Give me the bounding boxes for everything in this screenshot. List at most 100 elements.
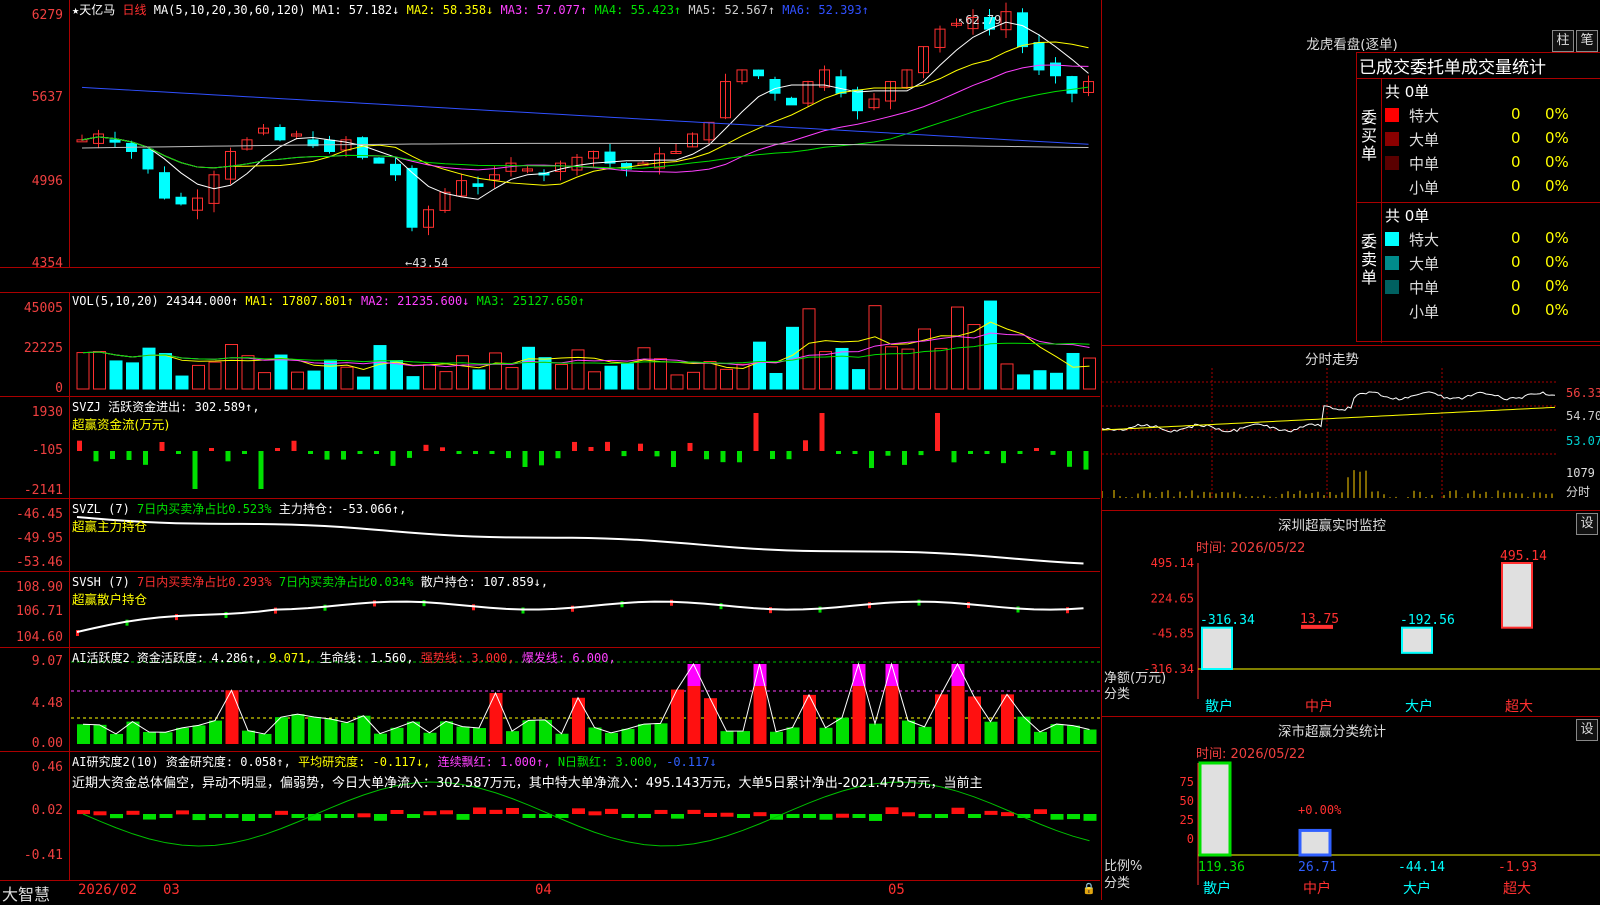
sell-row-name: 大单: [1409, 255, 1440, 273]
fund-flow-bar: [852, 451, 858, 454]
volume-bar: [918, 328, 931, 390]
lhb-title: 龙虎看盘(逐单): [1306, 37, 1398, 53]
ai-active-text3: 生命线: 1.560,: [319, 651, 414, 665]
activity-bar: [374, 733, 387, 744]
volume-bar: [571, 349, 585, 390]
sell-row-count: 0: [1511, 229, 1521, 247]
fund-flow-bar: [654, 451, 660, 457]
ai-active-tick: 4.48: [31, 696, 63, 711]
cls-y-tick: 75: [1180, 775, 1194, 789]
research-bar: [935, 814, 948, 818]
activity-bar: [77, 724, 90, 744]
sell-row-name: 中单: [1409, 279, 1440, 297]
buy-row-pct: 0%: [1545, 153, 1569, 171]
candle: [324, 139, 335, 152]
svzj-panel[interactable]: 1930 -105 -2141 SVZJ 活跃资金进出: 302.589↑, 超…: [0, 397, 1100, 499]
activity-bar: [704, 698, 717, 744]
fund-flow-bar: [720, 451, 726, 463]
sell-row-swatch: [1385, 304, 1399, 318]
fund-flow-bar: [951, 451, 957, 463]
tick-view-button[interactable]: 笔: [1576, 30, 1598, 52]
volume-bar: [637, 347, 651, 390]
price-tick: 4996: [31, 174, 63, 189]
research-bar: [506, 807, 519, 814]
svzl-panel[interactable]: -46.45 -49.95 -53.46 SVZL (7) 7日内买卖净占比0.…: [0, 499, 1100, 572]
sz-y-tick: 224.65: [1151, 591, 1194, 605]
sz-bar-chart[interactable]: 495.14224.65-45.85-316.34-316.34散户13.75中…: [1102, 511, 1600, 717]
sz-monitor-panel[interactable]: 深圳超赢实时监控 设 时间: 2026/05/22 495.14 224.65 -4…: [1101, 510, 1600, 716]
fund-flow-bar: [1034, 448, 1039, 451]
activity-bar: [473, 728, 486, 744]
fund-flow-bar: [506, 451, 511, 459]
buy-row-name: 小单: [1409, 179, 1440, 197]
cls-value-label: -44.14: [1398, 860, 1445, 875]
ai-research-comment: 近期大资金总体偏空，异动不明显，偏弱势，今日大单净流入：302.587万元，其中…: [72, 776, 983, 791]
svzj-tick: -105: [31, 443, 63, 458]
fund-flow-bar: [621, 451, 627, 457]
buy-row-swatch: [1385, 132, 1399, 146]
fund-flow-bar: [225, 451, 231, 462]
ma-line: [81, 86, 1089, 169]
sz-category: 散户: [1205, 698, 1233, 715]
lhb-panel: 龙虎看盘(逐单) 柱 笔 已成交委托单成交量统计 委买单 共 0单 特大 0 0% 大…: [1101, 0, 1600, 345]
fund-flow-bar: [390, 451, 396, 466]
volume-bar: [1083, 357, 1096, 390]
research-bar: [621, 814, 635, 818]
candle-panel[interactable]: 6279 5637 4996 4354 ★天亿马 日线 MA(5,10,20,3…: [0, 0, 1100, 271]
buy-total: 共 0单: [1385, 83, 1430, 101]
sz-value-label: 495.14: [1500, 549, 1547, 564]
ai-research-panel[interactable]: 0.46 0.02 -0.41 AI研究度2(10) 资金研究度: 0.058↑…: [0, 752, 1100, 880]
research-bar: [522, 814, 536, 818]
research-bar: [819, 814, 833, 820]
fund-flow-bar: [324, 451, 330, 460]
research-bar: [968, 814, 981, 818]
buy-row-swatch: [1385, 108, 1399, 122]
candle: [835, 76, 847, 94]
volume-bar: [687, 371, 700, 390]
cls-bar-chart[interactable]: 75 50 25 0 119.36 散户 26.71 中户 -44.14 大户 -1.93 超大 +0.…: [1102, 717, 1600, 901]
candlestick-plot[interactable]: [71, 0, 1100, 268]
ai-research-tick: 0.46: [31, 760, 63, 775]
volume-plot[interactable]: [71, 293, 1100, 398]
activity-bar: [192, 725, 206, 744]
sell-row-pct: 0%: [1545, 277, 1569, 295]
fund-flow-bar: [159, 441, 165, 451]
buy-row-count: 0: [1511, 105, 1521, 123]
activity-bar: [423, 732, 437, 744]
research-bar: [654, 809, 668, 814]
ai-active-panel[interactable]: 9.07 4.48 0.00 AI活跃度2 资金活跃度: 4.286↑, 9.0…: [0, 648, 1100, 752]
activity-bar: [308, 717, 321, 744]
activity-bar: [836, 717, 849, 744]
svsh-panel[interactable]: 108.90 106.71 104.60 SVSH (7) 7日内买卖净占比0.…: [0, 572, 1100, 648]
price-tick: 6279: [31, 8, 63, 23]
research-bar: [423, 811, 437, 816]
research-bar: [374, 814, 387, 821]
fund-flow-bar: [1083, 451, 1089, 470]
research-bar: [852, 814, 866, 818]
lock-icon[interactable]: 🔒: [1082, 882, 1096, 895]
volume-bar: [258, 372, 271, 390]
research-bar: [176, 810, 189, 815]
volume-bar: [373, 345, 387, 390]
candle: [769, 79, 781, 94]
intraday-plot[interactable]: [1102, 368, 1562, 508]
volume-panel[interactable]: 45005 22225 0 VOL(5,10,20) 24344.000↑ MA…: [0, 292, 1100, 397]
vol-value: 24344.000↑: [165, 294, 239, 308]
sell-total: 共 0单: [1385, 207, 1430, 225]
ai-research-text1: 资金研究度: 0.058↑,: [165, 755, 291, 769]
svsh-text3: 散户持仓: 107.859↓,: [420, 575, 549, 589]
period-label[interactable]: 日线: [122, 3, 146, 17]
ai-active-label: AI活跃度2: [72, 651, 130, 665]
intraday-panel[interactable]: 分时走势 56.33 54.70 53.07 1079 分时: [1101, 345, 1600, 510]
fund-flow-bar: [819, 413, 825, 451]
research-bar: [93, 811, 107, 816]
volume-bar: [703, 361, 717, 390]
fund-flow-bar: [539, 451, 544, 466]
intraday-vol-max: 1079: [1566, 466, 1595, 480]
stock-name: ★天亿马: [72, 3, 116, 17]
research-bar: [143, 814, 156, 820]
cls-panel[interactable]: 深市超赢分类统计 设 时间: 2026/05/22 75 50 25 0 119.36 散…: [1101, 716, 1600, 900]
brand-logo[interactable]: 大智慧: [2, 881, 50, 905]
column-view-button[interactable]: 柱: [1552, 30, 1574, 52]
fund-flow-bar: [753, 413, 759, 451]
